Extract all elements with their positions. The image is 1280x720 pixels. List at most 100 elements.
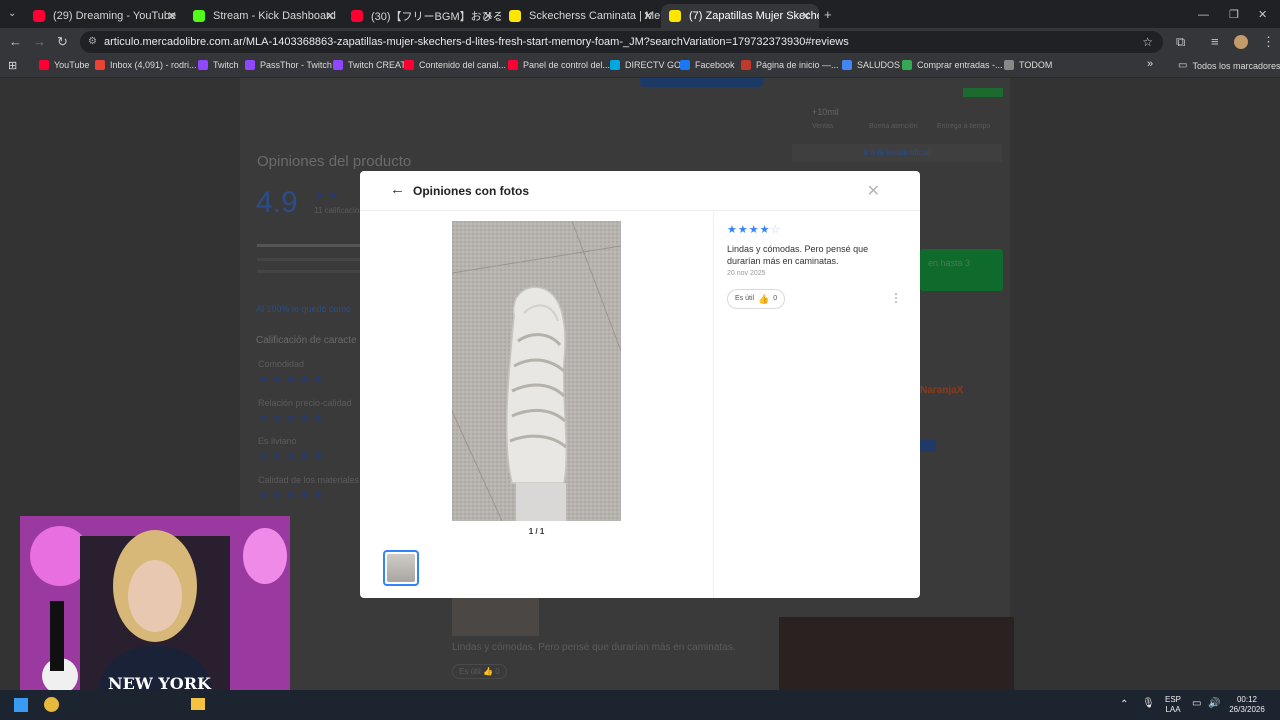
review-photo-thumbnail[interactable] [452, 598, 539, 636]
microphone-icon[interactable]: 🎙 [1142, 699, 1155, 709]
language-code: ESP [1164, 695, 1181, 704]
site-info-icon[interactable]: ⚙ [88, 31, 97, 53]
characteristic-stars: ★★★★★ [258, 372, 327, 386]
modal-header: ← Opiniones con fotos ✕ [360, 171, 920, 211]
bookmark-item[interactable]: DIRECTV GO [610, 60, 681, 70]
bookmark-label: Contenido del canal... [419, 60, 507, 70]
tab-search-icon[interactable]: ⌄ [8, 6, 16, 22]
browser-tab-sckecherss[interactable]: Sckecherss Caminata | Mercado ✕ [501, 4, 661, 28]
rating-score: 4.9 [256, 186, 298, 219]
bookmark-item[interactable]: SALUDOS [842, 60, 900, 70]
language-indicator[interactable]: ESP LAA [1163, 695, 1183, 715]
bookmark-label: YouTube [54, 60, 90, 70]
bookmark-item[interactable]: Twitch CREAT [333, 60, 406, 70]
browser-tab-youtube[interactable]: (29) Dreaming - YouTube ✕ [25, 4, 185, 28]
bookmark-item[interactable]: Comprar entradas -... [902, 60, 1003, 70]
new-tab-icon[interactable]: + [824, 7, 832, 23]
bookmark-star-icon[interactable]: ☆ [1142, 31, 1153, 53]
bookmark-item[interactable]: Twitch [198, 60, 239, 70]
ticket-icon [902, 60, 912, 70]
bookmark-item[interactable]: Panel de control del... [508, 60, 610, 70]
tab-title: (7) Zapatillas Mujer Skechers D [689, 10, 819, 22]
bookmark-item[interactable]: TODOM [1004, 60, 1052, 70]
tab-close-icon[interactable]: ✕ [483, 9, 493, 23]
twitch-icon [333, 60, 343, 70]
buy-button-bg [640, 78, 763, 87]
review-text-background: Lindas y cómodas. Pero pensé que duraría… [452, 642, 736, 653]
tab-close-icon[interactable]: ✕ [801, 9, 811, 23]
folder-taskbar-icon[interactable] [191, 698, 205, 710]
extensions-icon[interactable]: ⧉ [1176, 34, 1185, 50]
address-bar[interactable]: ⚙ articulo.mercadolibre.com.ar/MLA-14033… [80, 31, 1163, 53]
chrome-taskbar-icon[interactable] [44, 697, 59, 712]
tab-close-icon[interactable]: ✕ [643, 9, 653, 23]
bookmark-label: Twitch [213, 60, 239, 70]
close-icon[interactable]: ✕ [867, 181, 880, 201]
tray-chevron-icon[interactable]: ⌃ [1120, 700, 1128, 710]
bookmark-item[interactable]: Facebook [680, 60, 735, 70]
review-photo[interactable] [452, 221, 621, 521]
installments-text: en hasta 3 [928, 258, 971, 268]
gmail-icon [95, 60, 105, 70]
rating-bar [257, 270, 360, 273]
browser-tab-kick[interactable]: Stream - Kick Dashboard ✕ [185, 4, 343, 28]
browser-toolbar: ← → ↻ ⚙ articulo.mercadolibre.com.ar/MLA… [0, 28, 1280, 56]
minimize-icon[interactable]: — [1198, 7, 1209, 23]
windows-start-icon[interactable] [14, 698, 28, 712]
star-empty-icon: ☆ [770, 224, 782, 236]
store-link[interactable]: Ir a la tienda oficial [792, 144, 1002, 162]
more-bookmarks-icon[interactable]: » [1147, 58, 1153, 70]
forward-icon[interactable]: → [33, 34, 46, 50]
media-icon[interactable]: ≡ [1211, 34, 1219, 50]
directv-icon [610, 60, 620, 70]
bookmark-item[interactable]: Contenido del canal... [404, 60, 506, 70]
tab-close-icon[interactable]: ✕ [325, 9, 335, 23]
useful-button-background[interactable]: Es útil 👍 0 [452, 664, 507, 679]
bookmark-label: DIRECTV GO [625, 60, 682, 70]
browser-tab-bgm[interactable]: (30)【フリーBGM】おひるすぎ[… ✕ [343, 4, 501, 28]
reload-icon[interactable]: ↻ [57, 34, 68, 50]
sales-count: +10mil [812, 107, 839, 117]
service-label: Buena atención [869, 123, 918, 130]
apps-icon[interactable]: ⊞ [8, 59, 17, 72]
all-bookmarks-folder[interactable]: ▭ Todos los marcadores [1178, 60, 1280, 71]
bookmark-label: Twitch CREAT [348, 60, 406, 70]
installments-banner [920, 249, 1003, 291]
back-icon[interactable]: ← [9, 34, 22, 50]
bookmark-item[interactable]: PassThor - Twitch [245, 60, 332, 70]
tab-title: (30)【フリーBGM】おひるすぎ[… [371, 11, 501, 23]
bookmark-item[interactable]: Inbox (4,091) - rodri... [95, 60, 197, 70]
browser-tab-zapatillas[interactable]: (7) Zapatillas Mujer Skechers D ✕ [661, 4, 819, 28]
youtube-icon [351, 10, 363, 22]
menu-icon[interactable]: ⋮ [1262, 34, 1275, 50]
bookmark-item[interactable]: Página de inicio —... [741, 60, 839, 70]
tab-title: Stream - Kick Dashboard [213, 10, 336, 22]
clock[interactable]: 00:12 26/3/2026 [1226, 695, 1268, 715]
window-close-icon[interactable]: ✕ [1258, 7, 1267, 23]
photo-thumbnail-selected[interactable] [383, 550, 419, 586]
bookmark-label: Todos los marcadores [1192, 60, 1280, 71]
characteristic-label: Es liviano [258, 436, 297, 446]
volume-icon[interactable]: 🔊 [1208, 699, 1220, 709]
product-video-thumbnail[interactable] [779, 617, 1014, 690]
photo-reviews-modal: ← Opiniones con fotos ✕ 1 / 1 ★★★★☆ Lind… [360, 171, 920, 598]
card-logo [918, 440, 936, 452]
bookmark-item[interactable]: YouTube [39, 60, 89, 70]
profile-avatar[interactable] [1234, 35, 1248, 49]
restore-icon[interactable]: ❐ [1229, 7, 1239, 23]
twitch-icon [245, 60, 255, 70]
page-icon [741, 60, 751, 70]
network-icon[interactable]: ▭ [1192, 699, 1201, 709]
panel-divider [713, 213, 714, 598]
tab-title: (29) Dreaming - YouTube [53, 10, 177, 22]
tab-close-icon[interactable]: ✕ [167, 9, 177, 23]
mercadolibre-icon [669, 10, 681, 22]
back-arrow-icon[interactable]: ← [390, 181, 405, 198]
delivery-label: Entrega a tiempo [937, 123, 991, 130]
modal-title: Opiniones con fotos [413, 184, 529, 198]
useful-button[interactable]: Es útil 👍 0 [727, 289, 786, 309]
useful-label: Es útil [459, 667, 481, 676]
more-options-icon[interactable]: ⋮ [890, 291, 902, 305]
characteristic-stars: ★★★★★ [258, 488, 327, 502]
rating-bar [257, 258, 360, 261]
